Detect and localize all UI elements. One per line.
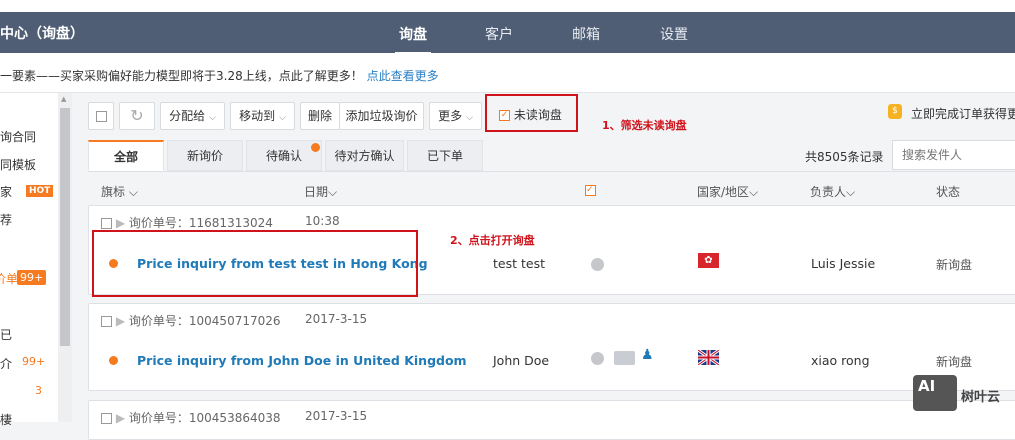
status-text: 新询盘 <box>936 355 973 369</box>
col-date[interactable]: 日期⌵ <box>304 183 337 200</box>
verified-user-icon: ♟ <box>641 347 654 363</box>
row-checkbox[interactable] <box>101 218 112 229</box>
col-status: 状态 <box>936 185 961 199</box>
row-checkbox[interactable] <box>101 316 112 327</box>
col-country[interactable]: 国家/地区⌵ <box>697 183 758 200</box>
owner-name: xiao rong <box>811 353 870 368</box>
nav-mailbox[interactable]: 邮箱 <box>572 24 600 44</box>
chevron-down-icon: ⌵ <box>466 113 473 123</box>
move-label: 移动到 <box>239 109 276 123</box>
sidebar-item[interactable]: 同模板 <box>0 156 36 173</box>
flag-hong-kong-icon: ✿ <box>698 253 719 268</box>
chevron-down-icon: ⌵ <box>209 113 216 123</box>
top-strip <box>0 0 1015 12</box>
refresh-icon: ↻ <box>130 106 144 125</box>
tab-new[interactable]: 新询价 <box>167 140 243 171</box>
promo-link[interactable]: 立即完成订单获得更 <box>911 105 1015 122</box>
row-meta: ▶ 询价单号：11681313024 <box>101 214 273 231</box>
col-owner[interactable]: 负责人⌵ <box>810 183 855 200</box>
watermark-text: 树叶云 <box>961 390 1001 405</box>
header: 中心（询盘） 询盘 客户 邮箱 设置 <box>0 12 1015 54</box>
assign-label: 分配给 <box>169 109 206 123</box>
coin-icon: $ <box>888 104 902 119</box>
nav-customer[interactable]: 客户 <box>485 24 513 44</box>
more-label: 更多 <box>438 109 463 123</box>
flag-united-kingdom-icon <box>698 350 719 365</box>
sidebar-item[interactable]: 棲 <box>0 411 12 428</box>
record-count: 共8505条记录 <box>805 150 884 164</box>
row-date: 10:38 <box>305 214 340 228</box>
notice-text: 第一要素——买家采购偏好能力模型即将于3.28上线，点此了解更多！ <box>0 69 363 83</box>
count: 3 <box>35 384 42 397</box>
sidebar-item[interactable]: 已 <box>0 326 12 343</box>
unread-dot <box>109 356 118 365</box>
tab-all[interactable]: 全部 <box>88 140 164 171</box>
search-sender-input[interactable] <box>892 140 1015 170</box>
divider <box>88 171 1015 172</box>
sidebar-item[interactable]: 荐 <box>0 211 12 228</box>
sidebar-item[interactable]: 介 <box>0 355 12 372</box>
row-meta: ▶ 询价单号：100450717026 <box>101 312 281 329</box>
sender-name: John Doe <box>493 353 550 368</box>
flag-icon[interactable]: ▶ <box>116 314 125 328</box>
add-spam-button[interactable]: 添加垃圾询价 <box>339 102 424 130</box>
sidebar-item[interactable]: 询合同 <box>0 128 36 145</box>
highlight-box <box>92 230 418 297</box>
watermark-logo: AI <box>913 375 957 411</box>
col-read-checkbox[interactable]: ✓ <box>585 183 596 197</box>
sidebar-item[interactable]: 家 <box>0 183 12 200</box>
flag-icon[interactable]: ▶ <box>116 411 125 425</box>
page-title: 中心（询盘） <box>0 26 84 42</box>
assign-button[interactable]: 分配给 ⌵ <box>160 102 225 130</box>
status-icon <box>591 352 604 365</box>
notification-dot <box>311 143 320 152</box>
notice-bar: 第一要素——买家采购偏好能力模型即将于3.28上线，点此了解更多！ 点此查看更多 <box>0 53 1015 93</box>
tab-await-other[interactable]: 待对方确认 <box>325 140 404 171</box>
more-button[interactable]: 更多 ⌵ <box>429 102 482 130</box>
move-button[interactable]: 移动到 ⌵ <box>230 102 295 130</box>
sidebar-item[interactable]: 价单 <box>0 270 18 287</box>
tab-ordered[interactable]: 已下单 <box>407 140 483 171</box>
highlight-box <box>485 94 578 132</box>
refresh-button[interactable]: ↻ <box>119 102 155 130</box>
notice-link[interactable]: 点此查看更多 <box>367 69 439 83</box>
row-date: 2017-3-15 <box>305 312 368 326</box>
hot-tag: HOT <box>26 185 54 197</box>
status-text: 新询盘 <box>936 258 973 272</box>
sender-name: test test <box>493 256 545 271</box>
col-flag[interactable]: 旗标 ⌵ <box>101 183 138 200</box>
inquiry-title-link[interactable]: Price inquiry from John Doe in United Ki… <box>137 353 467 368</box>
count: 99+ <box>22 355 46 368</box>
annotation-step2: 2、点击打开询盘 <box>450 234 535 247</box>
select-all-checkbox[interactable] <box>88 102 114 130</box>
owner-name: Luis Jessie <box>811 256 876 271</box>
chevron-down-icon: ⌵ <box>279 113 286 123</box>
nav-settings[interactable]: 设置 <box>660 24 688 44</box>
row-meta: ▶ 询价单号：100453864038 <box>101 409 281 426</box>
row-checkbox[interactable] <box>101 413 112 424</box>
count-badge: 99+ <box>17 270 47 285</box>
scrollbar-thumb[interactable] <box>60 108 70 346</box>
row-date: 2017-3-15 <box>305 409 368 423</box>
flag-icon[interactable]: ▶ <box>116 216 125 230</box>
status-icon <box>591 258 604 271</box>
annotation-step1: 1、筛选未读询盘 <box>602 119 687 132</box>
nav-inquiry[interactable]: 询盘 <box>395 24 431 54</box>
business-card-icon <box>614 351 635 365</box>
delete-button[interactable]: 删除 <box>300 102 340 130</box>
